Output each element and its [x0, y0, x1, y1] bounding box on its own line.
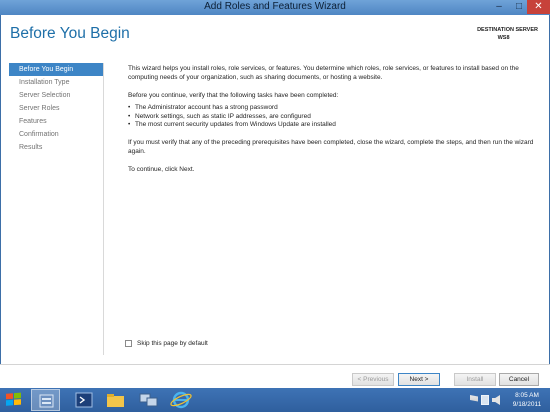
- skip-page-option[interactable]: Skip this page by default: [125, 340, 208, 347]
- title-bar[interactable]: Add Roles and Features Wizard: [0, 0, 550, 15]
- verify-lead-text: Before you continue, verify that the fol…: [128, 92, 339, 99]
- network-status-icon[interactable]: [481, 395, 489, 405]
- sidebar-item-server-roles[interactable]: Server Roles: [9, 102, 103, 115]
- network-icon: [139, 393, 158, 407]
- destination-server-info: DESTINATION SERVER WS8: [477, 26, 538, 42]
- skip-page-checkbox[interactable]: [125, 340, 132, 347]
- sidebar-item-before-you-begin[interactable]: Before You Begin: [9, 63, 103, 76]
- destination-label: DESTINATION SERVER: [477, 27, 538, 33]
- install-button[interactable]: Install: [454, 373, 496, 386]
- volume-icon[interactable]: [492, 395, 500, 405]
- system-tray: [470, 395, 500, 407]
- list-item: Network settings, such as static IP addr…: [128, 113, 534, 122]
- destination-server-name: WS8: [497, 35, 510, 41]
- minimize-button[interactable]: –: [489, 0, 509, 14]
- flag-icon[interactable]: [470, 395, 478, 402]
- clock-date: 9/18/2011: [512, 400, 542, 408]
- intro-text: This wizard helps you install roles, rol…: [128, 65, 519, 81]
- prereq-note: If you must verify that any of the prece…: [128, 138, 534, 155]
- task-list: The Administrator account has a strong p…: [128, 104, 534, 130]
- windows-logo-icon: [6, 392, 21, 406]
- taskbar-file-explorer[interactable]: [101, 389, 130, 411]
- list-item: The most current security updates from W…: [128, 121, 534, 130]
- taskbar-internet-explorer[interactable]: [167, 389, 196, 411]
- sidebar-item-features[interactable]: Features: [9, 115, 103, 128]
- maximize-button[interactable]: □: [509, 0, 529, 14]
- continue-note: To continue, click Next.: [128, 165, 195, 173]
- start-button[interactable]: [2, 390, 25, 410]
- cancel-button[interactable]: Cancel: [499, 373, 539, 386]
- wizard-steps-nav: Before You Begin Installation Type Serve…: [9, 63, 104, 355]
- server-manager-icon: [39, 394, 54, 408]
- taskbar-powershell[interactable]: [70, 389, 99, 411]
- window-title: Add Roles and Features Wizard: [204, 1, 346, 12]
- file-explorer-icon: [107, 394, 124, 407]
- page-title: Before You Begin: [10, 25, 130, 42]
- internet-explorer-icon: [170, 391, 192, 409]
- taskbar-clock[interactable]: 8:05 AM 9/18/2011: [509, 392, 545, 409]
- powershell-icon: [75, 392, 93, 408]
- previous-button[interactable]: < Previous: [352, 373, 394, 386]
- sidebar-item-installation-type[interactable]: Installation Type: [9, 76, 103, 89]
- taskbar-server-manager[interactable]: [31, 389, 60, 411]
- clock-time: 8:05 AM: [515, 392, 539, 399]
- wizard-content: This wizard helps you install roles, rol…: [128, 64, 534, 183]
- sidebar-item-confirmation[interactable]: Confirmation: [9, 128, 103, 141]
- close-button[interactable]: ✕: [527, 0, 550, 14]
- list-item: The Administrator account has a strong p…: [128, 104, 534, 113]
- next-button[interactable]: Next >: [398, 373, 440, 386]
- sidebar-item-server-selection[interactable]: Server Selection: [9, 89, 103, 102]
- skip-page-label[interactable]: Skip this page by default: [137, 340, 208, 347]
- sidebar-item-results[interactable]: Results: [9, 141, 103, 154]
- taskbar-network[interactable]: [134, 389, 163, 411]
